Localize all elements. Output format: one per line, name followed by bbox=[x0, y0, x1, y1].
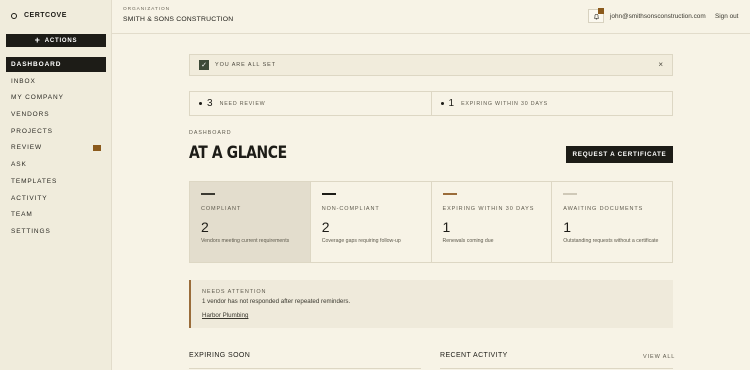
checkmark-icon: ✓ bbox=[199, 60, 209, 70]
recent-activity-heading: RECENT ACTIVITY bbox=[440, 352, 508, 359]
sidebar-item-label: VENDORS bbox=[11, 111, 50, 119]
actions-label: ACTIONS bbox=[44, 37, 78, 44]
card-accent-bar bbox=[563, 193, 578, 195]
user-email: john@smithsonsconstruction.com bbox=[610, 13, 706, 20]
signout-link[interactable]: Sign out bbox=[715, 13, 738, 20]
sidebar-item-settings[interactable]: SETTINGS bbox=[6, 224, 106, 239]
brand[interactable]: CERTCOVE bbox=[11, 12, 67, 19]
card-description: Renewals coming due bbox=[442, 238, 494, 244]
card-description: Outstanding requests without a certifica… bbox=[563, 238, 659, 244]
review-badge bbox=[93, 144, 101, 151]
sidebar-item-vendors[interactable]: VENDORS bbox=[6, 107, 106, 122]
org-name[interactable]: SMITH & SONS CONSTRUCTION bbox=[123, 16, 233, 23]
card-value: 1 bbox=[442, 219, 451, 235]
sidebar-item-label: TEMPLATES bbox=[11, 177, 58, 185]
sidebar-item-label: SETTINGS bbox=[11, 227, 51, 235]
org-label: ORGANIZATION bbox=[123, 7, 170, 12]
stat-need-review[interactable]: 3 NEED REVIEW bbox=[190, 92, 431, 115]
stat-value: 3 bbox=[207, 98, 213, 109]
card-description: Vendors meeting current requirements bbox=[201, 238, 290, 244]
card-label: NON-COMPLIANT bbox=[321, 206, 380, 212]
close-icon[interactable]: × bbox=[658, 60, 663, 69]
notification-badge bbox=[598, 8, 604, 14]
attention-label: NEEDS ATTENTION bbox=[202, 289, 267, 295]
section-label: DASHBOARD bbox=[189, 130, 232, 136]
card-value: 2 bbox=[201, 219, 209, 235]
sidebar-item-label: ACTIVITY bbox=[11, 194, 48, 202]
card-accent-bar bbox=[201, 193, 215, 195]
plus-icon: + bbox=[34, 34, 41, 45]
sidebar-item-review[interactable]: REVIEW bbox=[6, 140, 106, 155]
card-awaiting-documents[interactable]: AWAITING DOCUMENTS 1 Outstanding request… bbox=[551, 182, 672, 262]
summary-cards: COMPLIANT 2 Vendors meeting current requ… bbox=[189, 181, 673, 263]
topbar: ORGANIZATION SMITH & SONS CONSTRUCTION j… bbox=[112, 0, 750, 34]
sidebar-item-ask[interactable]: ASK bbox=[6, 157, 106, 172]
card-description: Coverage gaps requiring follow-up bbox=[321, 238, 401, 244]
brand-name: CERTCOVE bbox=[24, 12, 67, 19]
card-label: COMPLIANT bbox=[201, 206, 242, 212]
sidebar-item-label: REVIEW bbox=[11, 144, 43, 152]
view-all-link[interactable]: VIEW ALL bbox=[643, 354, 675, 360]
card-non-compliant[interactable]: NON-COMPLIANT 2 Coverage gaps requiring … bbox=[309, 182, 431, 262]
sidebar-item-label: ASK bbox=[11, 161, 27, 169]
alert-text: YOU ARE ALL SET bbox=[215, 62, 276, 68]
divider bbox=[440, 368, 673, 369]
card-accent-bar bbox=[442, 193, 457, 195]
stats-strip: 3 NEED REVIEW 1 EXPIRING WITHIN 30 DAYS bbox=[189, 91, 673, 116]
attention-text: 1 vendor has not responded after repeate… bbox=[202, 298, 351, 305]
stat-expiring[interactable]: 1 EXPIRING WITHIN 30 DAYS bbox=[430, 92, 673, 115]
card-accent-bar bbox=[321, 193, 336, 195]
circle-logo-icon bbox=[11, 12, 17, 19]
sidebar-item-label: INBOX bbox=[11, 77, 36, 85]
page-title: AT A GLANCE bbox=[189, 143, 287, 163]
notifications-button[interactable] bbox=[588, 8, 604, 23]
card-value: 2 bbox=[321, 219, 330, 235]
card-value: 1 bbox=[563, 219, 572, 235]
needs-attention-panel: NEEDS ATTENTION 1 vendor has not respond… bbox=[189, 280, 673, 328]
stat-label: EXPIRING WITHIN 30 DAYS bbox=[461, 100, 548, 107]
sidebar-nav: DASHBOARD INBOX MY COMPANY VENDORS PROJE… bbox=[6, 57, 106, 241]
sidebar-item-label: PROJECTS bbox=[11, 127, 53, 135]
card-label: AWAITING DOCUMENTS bbox=[563, 206, 644, 212]
vendor-link[interactable]: Harbor Plumbing bbox=[202, 312, 248, 319]
sidebar-item-activity[interactable]: ACTIVITY bbox=[6, 191, 106, 206]
sidebar-item-label: DASHBOARD bbox=[11, 61, 62, 68]
bullet-icon bbox=[440, 102, 444, 105]
card-expiring[interactable]: EXPIRING WITHIN 30 DAYS 1 Renewals comin… bbox=[430, 182, 552, 262]
request-certificate-button[interactable]: REQUEST A CERTIFICATE bbox=[566, 146, 673, 163]
sidebar-item-templates[interactable]: TEMPLATES bbox=[6, 174, 106, 189]
stat-label: NEED REVIEW bbox=[219, 100, 266, 107]
stat-value: 1 bbox=[448, 98, 455, 109]
sidebar-item-projects[interactable]: PROJECTS bbox=[6, 124, 106, 139]
divider bbox=[189, 368, 421, 369]
card-label: EXPIRING WITHIN 30 DAYS bbox=[442, 206, 535, 212]
expiring-soon-heading: EXPIRING SOON bbox=[189, 352, 251, 359]
actions-button[interactable]: + ACTIONS bbox=[6, 34, 106, 47]
sidebar-item-dashboard[interactable]: DASHBOARD bbox=[6, 57, 106, 72]
sidebar: CERTCOVE + ACTIONS DASHBOARD INBOX MY CO… bbox=[0, 0, 112, 370]
sidebar-item-label: TEAM bbox=[11, 211, 33, 219]
bullet-icon bbox=[199, 102, 202, 105]
sidebar-item-inbox[interactable]: INBOX bbox=[6, 74, 106, 89]
all-set-alert: ✓ YOU ARE ALL SET × bbox=[189, 54, 673, 76]
sidebar-item-label: MY COMPANY bbox=[11, 94, 64, 102]
card-compliant[interactable]: COMPLIANT 2 Vendors meeting current requ… bbox=[190, 182, 310, 262]
sidebar-item-my-company[interactable]: MY COMPANY bbox=[6, 90, 106, 105]
sidebar-item-team[interactable]: TEAM bbox=[6, 207, 106, 222]
